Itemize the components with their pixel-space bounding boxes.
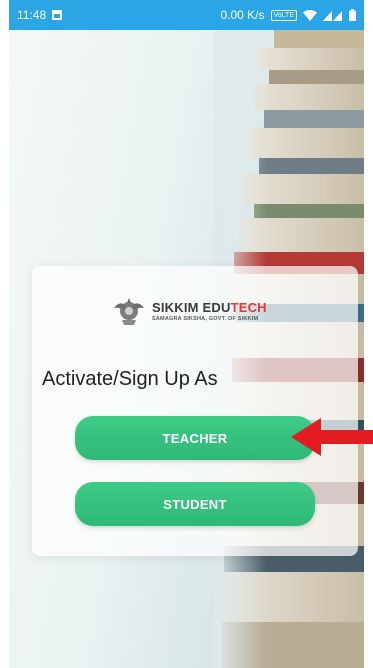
wifi-icon: [303, 9, 317, 21]
signal-icon: [323, 10, 343, 21]
sikkim-edutech-logo: SIKKIM EDUTECH SAMAGRA SIKSHA, GOVT. OF …: [112, 294, 267, 328]
volte-badge: VoLTE: [270, 9, 297, 21]
logo-text: SIKKIM EDUTECH SAMAGRA SIKSHA, GOVT. OF …: [152, 300, 267, 322]
red-arrow-icon: [291, 418, 373, 456]
logo-title-main: SIKKIM EDU: [152, 300, 231, 315]
teacher-button[interactable]: TEACHER: [75, 416, 315, 460]
status-time: 11:48: [17, 8, 47, 22]
logo-title-accent: TECH: [230, 300, 267, 315]
app-screen: 11:48 0.00 K/s VoLTE SIKKIM EDUTECH SAMA…: [9, 0, 364, 668]
signup-heading: Activate/Sign Up As: [42, 368, 218, 390]
logo-subtitle: SAMAGRA SIKSHA, GOVT. OF SIKKIM: [152, 316, 259, 322]
status-left: 11:48: [17, 8, 63, 22]
state-emblem-icon: [114, 298, 144, 325]
network-speed: 0.00 K/s: [220, 8, 265, 22]
logo-title: SIKKIM EDUTECH: [152, 300, 267, 315]
battery-icon: [349, 9, 356, 21]
gallery-notification-icon: [52, 10, 63, 20]
status-right: 0.00 K/s VoLTE: [220, 8, 356, 22]
student-button[interactable]: STUDENT: [75, 482, 315, 526]
signup-card: SIKKIM EDUTECH SAMAGRA SIKSHA, GOVT. OF …: [32, 266, 358, 556]
status-bar: 11:48 0.00 K/s VoLTE: [9, 0, 364, 30]
phone-screen: 11:48 0.00 K/s VoLTE SIKKIM EDUTECH SAMA…: [0, 0, 373, 668]
